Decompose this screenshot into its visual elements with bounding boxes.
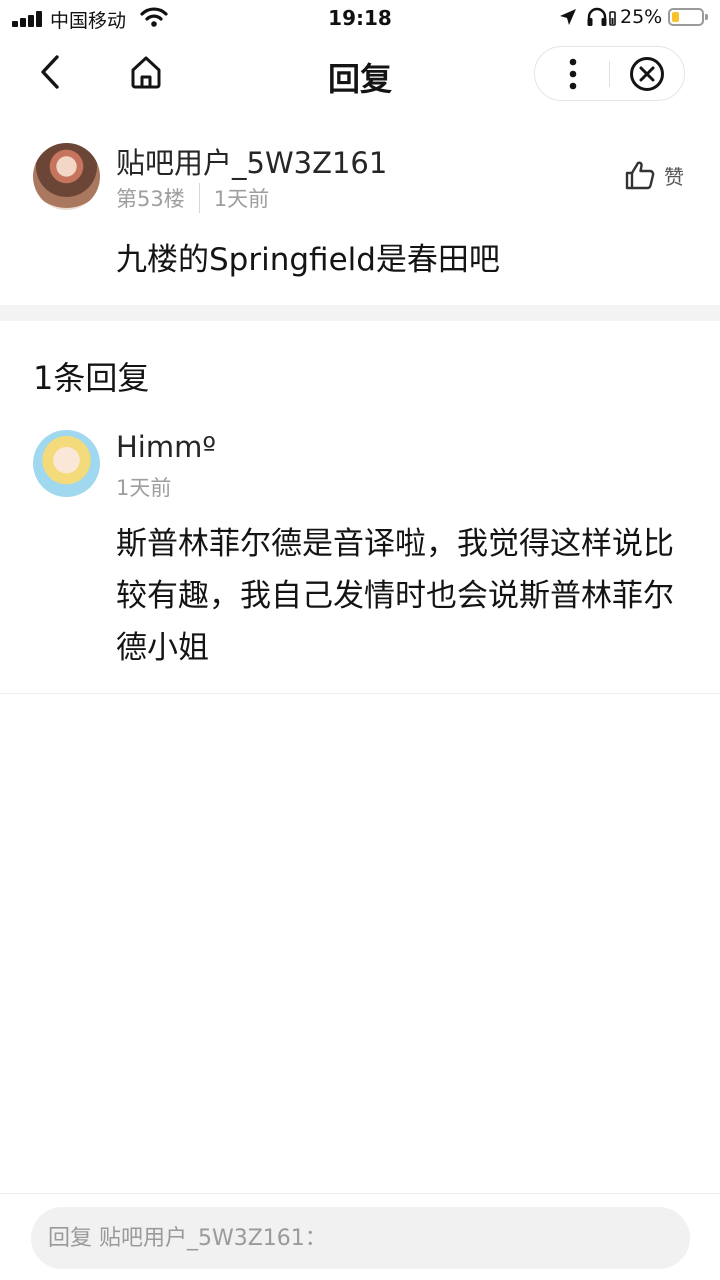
capsule-divider bbox=[609, 61, 610, 87]
reply-username[interactable]: Himmº bbox=[116, 430, 216, 464]
reply-input[interactable] bbox=[31, 1207, 690, 1269]
main-post: 贴吧用户_5W3Z161 第53楼 1天前 赞 九楼的Springfield是春… bbox=[0, 112, 720, 305]
nav-bar: 回复 bbox=[0, 36, 720, 112]
close-button[interactable] bbox=[623, 53, 671, 95]
battery-icon bbox=[668, 8, 708, 26]
list-item[interactable]: Himmº 1天前 斯普林菲尔德是音译啦，我觉得这样说比较有趣，我自己发情时也会… bbox=[0, 418, 720, 694]
headphones-icon bbox=[587, 7, 616, 26]
post-meta: 第53楼 1天前 bbox=[116, 183, 269, 213]
battery-fill bbox=[672, 12, 679, 22]
reply-count: 1条回复 bbox=[33, 359, 150, 397]
avatar[interactable] bbox=[33, 143, 100, 210]
section-divider bbox=[0, 305, 720, 321]
status-bar: 中国移动 19:18 25% bbox=[0, 0, 720, 36]
post-floor: 第53楼 bbox=[116, 187, 185, 211]
reply-content: 斯普林菲尔德是音译啦，我觉得这样说比较有趣，我自己发情时也会说斯普林菲尔德小姐 bbox=[116, 526, 674, 666]
close-icon bbox=[630, 57, 664, 91]
thumbs-up-icon bbox=[625, 161, 655, 190]
mini-program-capsule bbox=[534, 46, 685, 101]
post-time: 1天前 bbox=[213, 187, 270, 211]
like-label: 赞 bbox=[664, 164, 684, 189]
meta-divider bbox=[198, 183, 200, 213]
reply-bar bbox=[0, 1193, 720, 1280]
battery-percent: 25% bbox=[620, 6, 663, 28]
like-button[interactable]: 赞 bbox=[624, 159, 684, 191]
reply-time: 1天前 bbox=[116, 476, 172, 500]
post-username[interactable]: 贴吧用户_5W3Z161 bbox=[116, 140, 387, 182]
location-icon bbox=[560, 9, 576, 25]
more-icon bbox=[569, 58, 577, 90]
more-button[interactable] bbox=[549, 53, 597, 95]
post-content: 九楼的Springfield是春田吧 bbox=[116, 242, 500, 278]
avatar[interactable] bbox=[33, 430, 100, 497]
